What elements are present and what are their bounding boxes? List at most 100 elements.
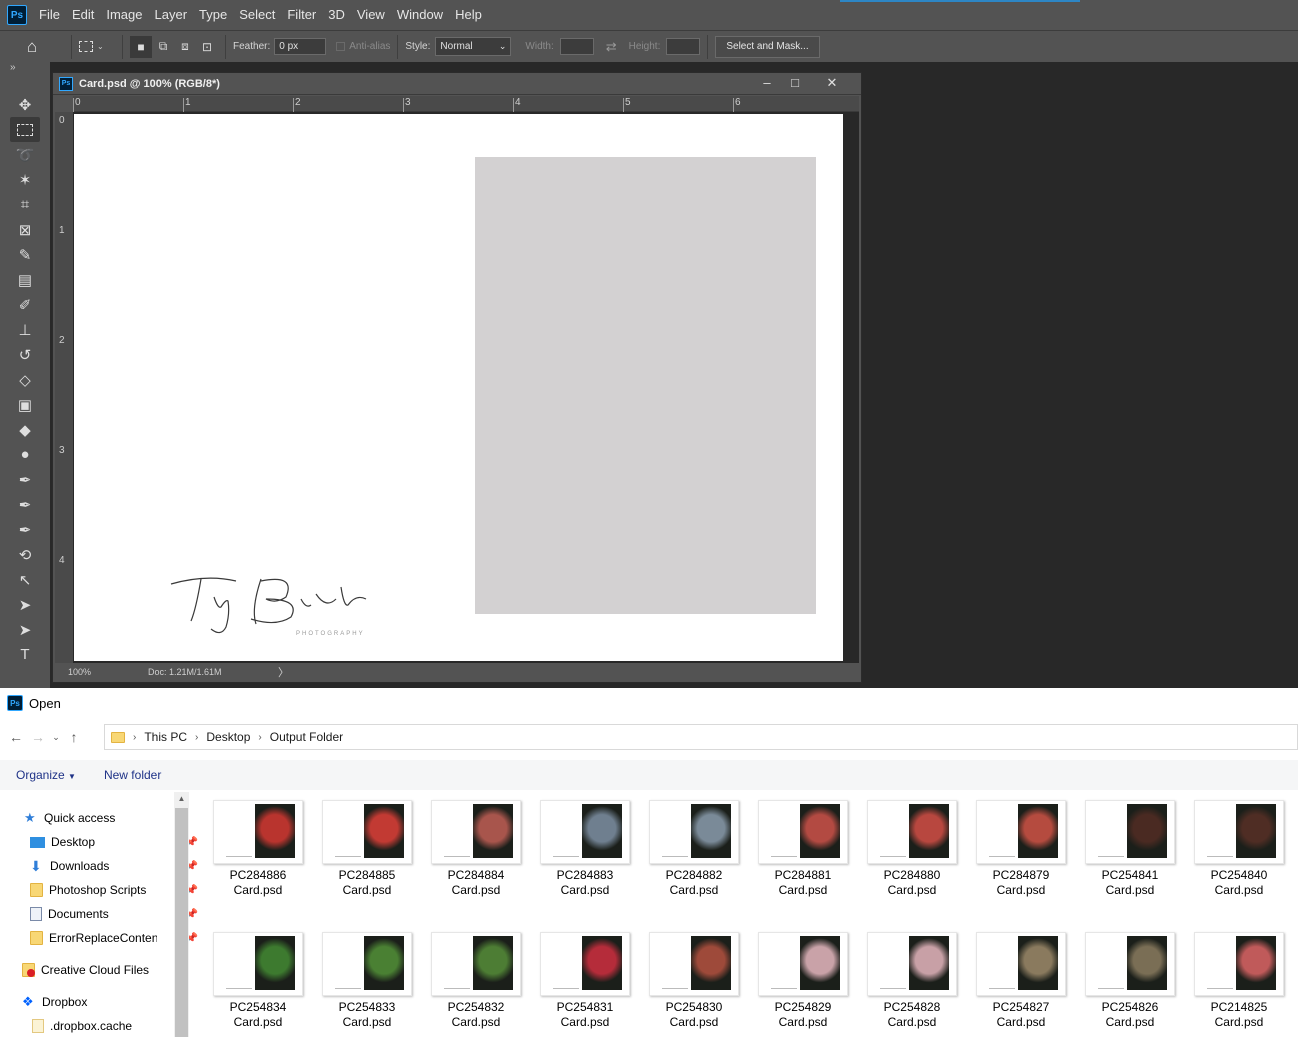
crop-tool-icon[interactable]: ⌗ (10, 192, 40, 217)
file-item[interactable]: PC284886 Card.psd (200, 792, 304, 902)
gradient-tool-icon[interactable]: ▣ (10, 392, 40, 417)
file-item[interactable]: PC284883 Card.psd (527, 792, 631, 902)
home-icon[interactable]: ⌂ (0, 37, 64, 57)
path-selection-tool-icon[interactable]: ↖ (10, 567, 40, 592)
menu-type[interactable]: Type (193, 0, 233, 30)
collapse-panel-icon[interactable]: » (0, 62, 50, 76)
nav-label: .dropbox.cache (50, 1019, 133, 1033)
dodge-tool-icon[interactable]: ● (10, 442, 40, 467)
brush-tool-icon[interactable]: ✐ (10, 292, 40, 317)
back-arrow-icon[interactable]: ← (5, 729, 27, 745)
menu-help[interactable]: Help (449, 0, 488, 30)
selection-arrow-tool-icon[interactable]: ➤ (10, 617, 40, 642)
file-item[interactable]: PC254828 Card.psd (854, 924, 958, 1034)
clone-stamp-tool-icon[interactable]: ⊥ (10, 317, 40, 342)
nav-scrollbar[interactable]: ▲ (174, 792, 189, 1037)
pen-tool-icon[interactable]: ✒ (10, 467, 40, 492)
star-icon: ★ (24, 810, 36, 825)
subtract-selection-icon[interactable]: ⧈ (174, 36, 196, 58)
close-icon[interactable]: ✕ (820, 75, 844, 91)
eyedropper-tool-icon[interactable]: ✎ (10, 242, 40, 267)
forward-arrow-icon[interactable]: → (27, 729, 49, 745)
menu-filter[interactable]: Filter (281, 0, 322, 30)
status-expand-icon[interactable]: 〉 (278, 664, 289, 680)
file-item[interactable]: PC254833 Card.psd (309, 924, 413, 1034)
file-item[interactable]: PC254831 Card.psd (527, 924, 631, 1034)
new-folder-button[interactable]: New folder (104, 768, 161, 782)
breadcrumb-this-pc[interactable]: This PC (144, 730, 187, 744)
blur-tool-icon[interactable]: ◆ (10, 417, 40, 442)
frame-tool-icon[interactable]: ⊠ (10, 217, 40, 242)
document-canvas[interactable]: PHOTOGRAPHY (74, 114, 843, 661)
file-thumbnail (431, 932, 521, 996)
file-item[interactable]: PC254827 Card.psd (963, 924, 1067, 1034)
file-name-base: PC284879 (992, 868, 1050, 882)
menu-view[interactable]: View (351, 0, 391, 30)
antialias-checkbox[interactable]: Anti-alias (336, 41, 390, 52)
file-item[interactable]: PC214825 Card.psd (1181, 924, 1285, 1034)
lasso-tool-icon[interactable]: ➰ (10, 142, 40, 167)
zoom-level[interactable]: 100% (68, 667, 148, 677)
recent-dropdown-icon[interactable]: ⌄ (49, 732, 63, 743)
file-item[interactable]: PC254829 Card.psd (745, 924, 849, 1034)
file-item[interactable]: PC284882 Card.psd (636, 792, 740, 902)
select-and-mask-button[interactable]: Select and Mask... (715, 35, 820, 58)
menu-3d[interactable]: 3D (322, 0, 351, 30)
nav-creative-cloud-files[interactable]: Creative Cloud Files (22, 959, 194, 981)
marquee-preset-picker[interactable]: ⌄ (79, 41, 115, 52)
content-aware-tracing-tool-icon[interactable]: ⟲ (10, 542, 40, 567)
file-item[interactable]: PC254826 Card.psd (1072, 924, 1176, 1034)
scrollbar-thumb[interactable] (175, 808, 188, 1037)
canvas-area[interactable]: PHOTOGRAPHY (73, 112, 859, 663)
document-tab[interactable]: Ps Card.psd @ 100% (RGB/8*) – □ ✕ (53, 73, 861, 95)
file-item[interactable]: PC254840 Card.psd (1181, 792, 1285, 902)
breadcrumb-desktop[interactable]: Desktop (206, 730, 250, 744)
nav-dropbox[interactable]: ❖ Dropbox (22, 991, 194, 1013)
eraser-tool-icon[interactable]: ◇ (10, 367, 40, 392)
feather-input[interactable]: 0 px (274, 38, 327, 55)
file-item[interactable]: PC284884 Card.psd (418, 792, 522, 902)
menu-image[interactable]: Image (100, 0, 148, 30)
width-input[interactable] (559, 38, 594, 55)
thumbnail-photo (582, 804, 622, 858)
magic-wand-tool-icon[interactable]: ✶ (10, 167, 40, 192)
curvature-pen-tool-icon[interactable]: ✒ (10, 517, 40, 542)
thumbnail-signature (335, 985, 361, 989)
healing-brush-tool-icon[interactable]: ▤ (10, 267, 40, 292)
up-arrow-icon[interactable]: ↑ (63, 729, 85, 745)
file-item[interactable]: PC254834 Card.psd (200, 924, 304, 1034)
file-item[interactable]: PC284881 Card.psd (745, 792, 849, 902)
menu-window[interactable]: Window (391, 0, 449, 30)
new-selection-icon[interactable]: ■ (130, 35, 152, 58)
scroll-up-icon[interactable]: ▲ (174, 792, 189, 806)
file-item[interactable]: PC284879 Card.psd (963, 792, 1067, 902)
file-name-base: PC254832 (447, 1000, 505, 1014)
breadcrumb-output-folder[interactable]: Output Folder (270, 730, 343, 744)
thumbnail-photo (691, 936, 731, 990)
menu-edit[interactable]: Edit (66, 0, 100, 30)
marquee-tool-icon[interactable] (10, 117, 40, 142)
nav-quick-access[interactable]: ★ Quick access (24, 807, 196, 829)
add-selection-icon[interactable]: ⧉ (152, 36, 174, 58)
intersect-selection-icon[interactable]: ⊡ (196, 36, 218, 58)
file-item[interactable]: PC284885 Card.psd (309, 792, 413, 902)
file-item[interactable]: PC254832 Card.psd (418, 924, 522, 1034)
move-tool-icon[interactable]: ✥ (10, 92, 40, 117)
menu-file[interactable]: File (33, 0, 66, 30)
maximize-icon[interactable]: □ (783, 75, 807, 90)
direct-selection-tool-icon[interactable]: ➤ (10, 592, 40, 617)
file-item[interactable]: PC254841 Card.psd (1072, 792, 1176, 902)
height-input[interactable] (666, 38, 701, 55)
organize-button[interactable]: Organize ▼ (16, 768, 76, 782)
minimize-icon[interactable]: – (755, 75, 779, 90)
style-select[interactable]: Normal ⌄ (435, 37, 512, 56)
menu-select[interactable]: Select (233, 0, 281, 30)
file-item[interactable]: PC284880 Card.psd (854, 792, 958, 902)
freeform-pen-tool-icon[interactable]: ✒ (10, 492, 40, 517)
history-brush-tool-icon[interactable]: ↺ (10, 342, 40, 367)
swap-icon[interactable]: ⇄ (606, 39, 617, 55)
menu-layer[interactable]: Layer (149, 0, 194, 30)
file-item[interactable]: PC254830 Card.psd (636, 924, 740, 1034)
address-bar[interactable]: › This PC › Desktop › Output Folder (104, 724, 1298, 750)
type-tool-icon[interactable]: T (10, 642, 40, 667)
